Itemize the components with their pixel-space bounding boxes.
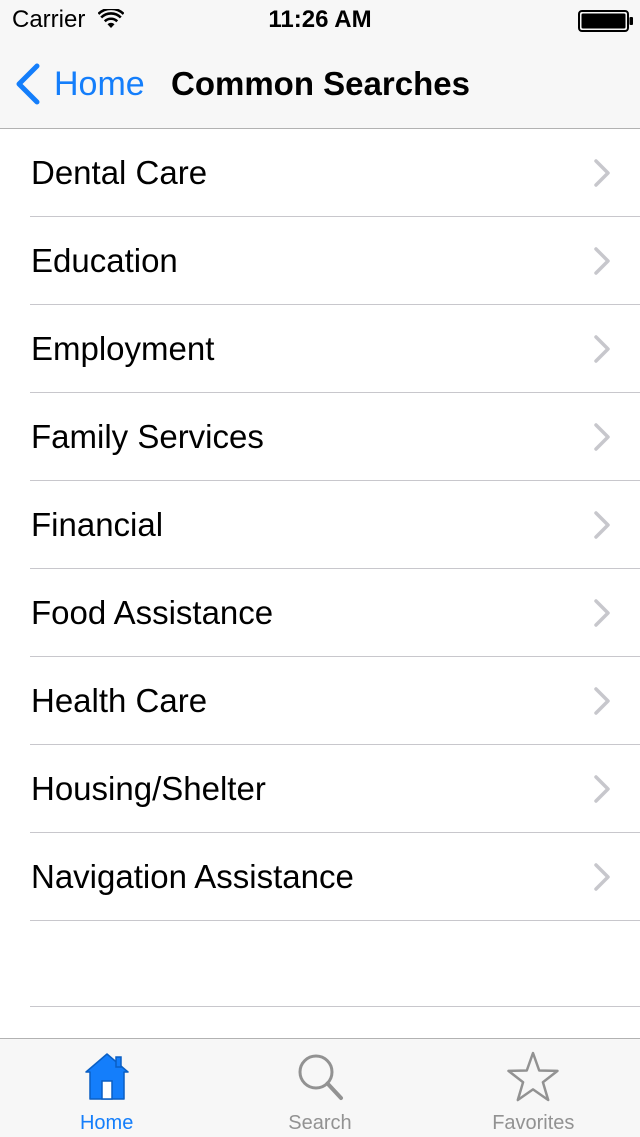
chevron-right-icon	[594, 247, 610, 275]
magnifier-icon	[298, 1054, 343, 1100]
list-item-label: Navigation Assistance	[31, 858, 354, 895]
chevron-right-icon	[594, 863, 610, 891]
list-item-label: Dental Care	[31, 154, 208, 191]
star-icon	[507, 1051, 560, 1102]
tab-label: Home	[79, 1112, 134, 1134]
chevron-right-icon	[594, 511, 610, 539]
list-item-label: Employment	[31, 330, 215, 367]
list-item-housing-shelter[interactable]: Housing/Shelter	[0, 745, 640, 833]
status-time: 11:26 AM	[268, 6, 372, 33]
list-item-navigation-assistance[interactable]: Navigation Assistance	[0, 833, 640, 921]
tab-home[interactable]: Home	[0, 1039, 213, 1137]
list-item-education[interactable]: Education	[0, 217, 640, 305]
list-item-dental-care[interactable]: Dental Care	[0, 129, 640, 217]
chevron-right-icon	[594, 159, 610, 187]
battery-icon	[578, 10, 633, 32]
list-item-family-services[interactable]: Family Services	[0, 393, 640, 481]
chevron-right-icon	[594, 687, 610, 715]
list-item-label: Financial	[31, 506, 164, 543]
list-item-label: Family Services	[31, 418, 264, 455]
list-item-label: Housing/Shelter	[31, 770, 266, 807]
list-item-label: Health Care	[31, 682, 208, 719]
chevron-right-icon	[594, 599, 610, 627]
tab-search[interactable]: Search	[213, 1039, 426, 1137]
navigation-bar: Home Common Searches	[0, 40, 640, 129]
tab-bar: Home Search Favorites	[0, 1038, 640, 1137]
chevron-right-icon	[594, 335, 610, 363]
list-item-employment[interactable]: Employment	[0, 305, 640, 393]
back-button-label: Home	[54, 65, 145, 103]
tab-favorites[interactable]: Favorites	[427, 1039, 640, 1137]
chevron-right-icon	[594, 423, 610, 451]
chevron-right-icon	[594, 775, 610, 803]
home-icon	[84, 1053, 129, 1100]
list-item-financial[interactable]: Financial	[0, 481, 640, 569]
back-button[interactable]: Home	[14, 62, 145, 106]
empty-row-separator	[30, 1006, 640, 1007]
list-item-label: Food Assistance	[31, 594, 274, 631]
list-item-food-assistance[interactable]: Food Assistance	[0, 569, 640, 657]
chevron-left-icon	[16, 63, 40, 105]
list-item-label: Education	[31, 242, 178, 279]
status-bar: Carrier 11:26 AM	[0, 0, 640, 40]
tab-label: Search	[288, 1112, 352, 1134]
tab-label: Favorites	[492, 1112, 575, 1134]
page-title: Common Searches	[171, 65, 470, 102]
common-searches-list: Dental Care Education Employment Family …	[0, 129, 640, 921]
list-item-health-care[interactable]: Health Care	[0, 657, 640, 745]
